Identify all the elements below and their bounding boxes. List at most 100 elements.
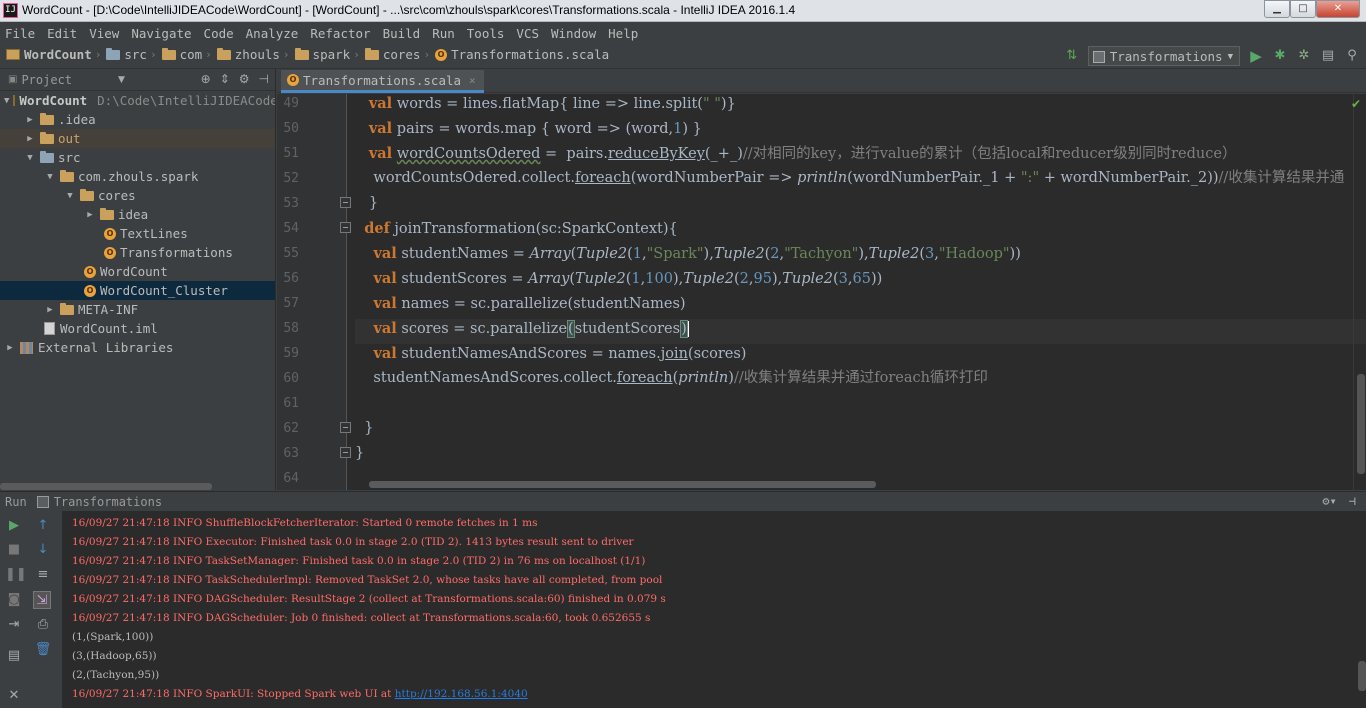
debug-icon[interactable]: ✱ xyxy=(1272,48,1288,64)
code-line-51: val wordCountsOdered = pairs.reduceByKey… xyxy=(368,145,1237,162)
folder-icon xyxy=(294,47,309,60)
arrow-down-icon[interactable]: ↓ xyxy=(34,541,52,559)
collapse-all-icon[interactable]: ⇕ xyxy=(220,72,230,86)
run-console[interactable]: 16/09/27 21:47:18 INFO ShuffleBlockFetch… xyxy=(62,511,1366,708)
scroll-from-source-icon[interactable]: ⊕ xyxy=(201,72,211,86)
window-title: WordCount - [D:\Code\IntelliJIDEACode\Wo… xyxy=(22,3,796,17)
editor-horizontal-scrollbar[interactable] xyxy=(369,481,876,488)
tree-item-wordcount-iml[interactable]: WordCount.iml xyxy=(0,319,275,338)
menu-refactor[interactable]: Refactor xyxy=(309,26,371,41)
console-scrollbar[interactable] xyxy=(1358,661,1366,691)
tree-item-transformations[interactable]: O Transformations xyxy=(0,243,275,262)
breadcrumb-src[interactable]: src › xyxy=(106,47,161,62)
tree-item-textlines[interactable]: O TextLines xyxy=(0,224,275,243)
menu-edit[interactable]: Edit xyxy=(46,26,78,41)
breadcrumb-wordcount[interactable]: WordCount › xyxy=(6,47,106,62)
menu-code[interactable]: Code xyxy=(203,26,235,41)
tree-item-idea[interactable]: ▶ .idea xyxy=(0,110,275,129)
hide-panel-icon[interactable]: ⊣ xyxy=(1349,494,1356,508)
fold-marker-icon[interactable] xyxy=(340,197,351,208)
minimize-button[interactable]: ▁ xyxy=(1264,0,1290,18)
gear-icon[interactable]: ⚙▾ xyxy=(1322,494,1336,508)
menu-tools[interactable]: Tools xyxy=(466,26,506,41)
menu-vcs[interactable]: VCS xyxy=(515,26,540,41)
code-area[interactable]: val words = lines.flatMap{ line => line.… xyxy=(355,94,1366,490)
scala-object-icon: O xyxy=(287,74,299,86)
close-button[interactable]: ✕ xyxy=(1316,0,1360,18)
fold-marker-icon[interactable] xyxy=(340,422,351,433)
tab-transformations-scala[interactable]: O Transformations.scala × xyxy=(281,70,484,93)
pause-icon[interactable]: ❚❚ xyxy=(5,566,27,584)
hide-panel-icon[interactable]: ⊣ xyxy=(259,72,269,86)
search-icon[interactable]: ⚲ xyxy=(1344,48,1360,64)
fold-marker-icon[interactable] xyxy=(340,222,351,233)
project-panel-title[interactable]: Project xyxy=(21,73,72,87)
breadcrumb-zhouls[interactable]: zhouls › xyxy=(216,47,295,62)
tree-item-com-zhouls-spark[interactable]: ▼ com.zhouls.spark xyxy=(0,167,275,186)
chevron-right-icon[interactable]: ▶ xyxy=(24,115,36,125)
console-output-line: (3,(Hadoop,65)) xyxy=(72,650,157,662)
project-horizontal-scrollbar[interactable] xyxy=(0,483,212,490)
code-line-49: val words = lines.flatMap{ line => line.… xyxy=(368,95,736,112)
tree-item-meta-inf[interactable]: ▶ META-INF xyxy=(0,300,275,319)
project-structure-icon[interactable]: ▤ xyxy=(1320,48,1336,64)
chevron-right-icon[interactable]: ▶ xyxy=(24,134,36,144)
menu-run[interactable]: Run xyxy=(431,26,456,41)
tree-item-cores[interactable]: ▼ cores xyxy=(0,186,275,205)
menu-navigate[interactable]: Navigate xyxy=(130,26,192,41)
tree-item-wordcount[interactable]: O WordCount xyxy=(0,262,275,281)
menu-help[interactable]: Help xyxy=(607,26,639,41)
chevron-down-icon[interactable]: ▼ xyxy=(44,172,56,182)
folder-icon xyxy=(364,47,379,60)
pin-icon[interactable]: ✕ xyxy=(5,687,23,705)
code-editor[interactable]: 49 50 51 52 53 54 55 56 57 58 59 60 61 6… xyxy=(277,94,1366,490)
tree-item-src[interactable]: ▼ src xyxy=(0,148,275,167)
rerun-icon[interactable]: ▶ xyxy=(5,517,23,535)
run-configuration-select[interactable]: Transformations ▼ xyxy=(1087,46,1240,66)
menu-window[interactable]: Window xyxy=(550,26,597,41)
tree-item-wordcount-module[interactable]: ▼ WordCount D:\Code\IntelliJIDEACode\Wor… xyxy=(0,91,275,110)
exit-icon[interactable]: ⇥ xyxy=(5,616,23,634)
chevron-down-icon[interactable]: ▼ xyxy=(24,153,36,163)
run-icon[interactable]: ▶ xyxy=(1248,48,1264,64)
scroll-to-end-icon[interactable]: ⇲ xyxy=(33,591,51,609)
maximize-button[interactable]: □ xyxy=(1290,0,1316,18)
menu-view[interactable]: View xyxy=(88,26,120,41)
print-icon[interactable]: ⎙ xyxy=(34,616,52,634)
chevron-down-icon[interactable]: ▼ xyxy=(118,75,125,85)
folder-icon xyxy=(40,112,54,125)
tree-item-wordcount-cluster[interactable]: O WordCount_Cluster xyxy=(0,281,275,300)
editor-vertical-scrollbar[interactable] xyxy=(1357,374,1365,474)
layout-icon[interactable]: ▤ xyxy=(5,647,23,665)
chevron-right-icon[interactable]: ▶ xyxy=(4,343,16,353)
camera-icon[interactable]: ◙ xyxy=(5,591,23,609)
breadcrumb-spark[interactable]: spark › xyxy=(294,47,365,62)
close-tab-icon[interactable]: × xyxy=(469,74,476,87)
arrow-up-icon[interactable]: ↑ xyxy=(34,517,52,535)
coverage-icon[interactable]: ✲ xyxy=(1296,48,1312,64)
tree-item-out[interactable]: ▶ out xyxy=(0,129,275,148)
chevron-right-icon[interactable]: ▶ xyxy=(84,210,96,220)
spark-ui-link[interactable]: http://192.168.56.1:4040 xyxy=(395,688,528,700)
soft-wrap-icon[interactable]: ≡ xyxy=(34,566,52,584)
build-icon[interactable]: ⇅ xyxy=(1064,48,1080,64)
trash-icon[interactable]: 🗑 xyxy=(34,641,52,659)
menu-build[interactable]: Build xyxy=(382,26,422,41)
run-tab-transformations[interactable]: Transformations xyxy=(36,495,162,509)
tree-item-idea-package[interactable]: ▶ idea xyxy=(0,205,275,224)
breadcrumb-com[interactable]: com › xyxy=(161,47,217,62)
chevron-right-icon[interactable]: ▶ xyxy=(44,305,56,315)
menu-file[interactable]: File xyxy=(4,26,36,41)
breadcrumb-cores[interactable]: cores › xyxy=(364,47,435,62)
gear-icon[interactable]: ⚙ xyxy=(239,72,250,86)
line-number: 51 xyxy=(283,146,299,161)
tree-item-external-libraries[interactable]: ▶ External Libraries xyxy=(0,338,275,357)
stop-icon[interactable]: ■ xyxy=(5,541,23,559)
menu-analyze[interactable]: Analyze xyxy=(245,26,300,41)
chevron-down-icon[interactable]: ▼ xyxy=(64,191,76,201)
code-line-62: } xyxy=(355,420,374,436)
chevron-down-icon[interactable]: ▼ xyxy=(4,96,9,106)
breadcrumb-transformations[interactable]: O Transformations.scala xyxy=(435,47,609,62)
fold-marker-icon[interactable] xyxy=(340,447,351,458)
chevron-right-icon: › xyxy=(94,48,102,61)
